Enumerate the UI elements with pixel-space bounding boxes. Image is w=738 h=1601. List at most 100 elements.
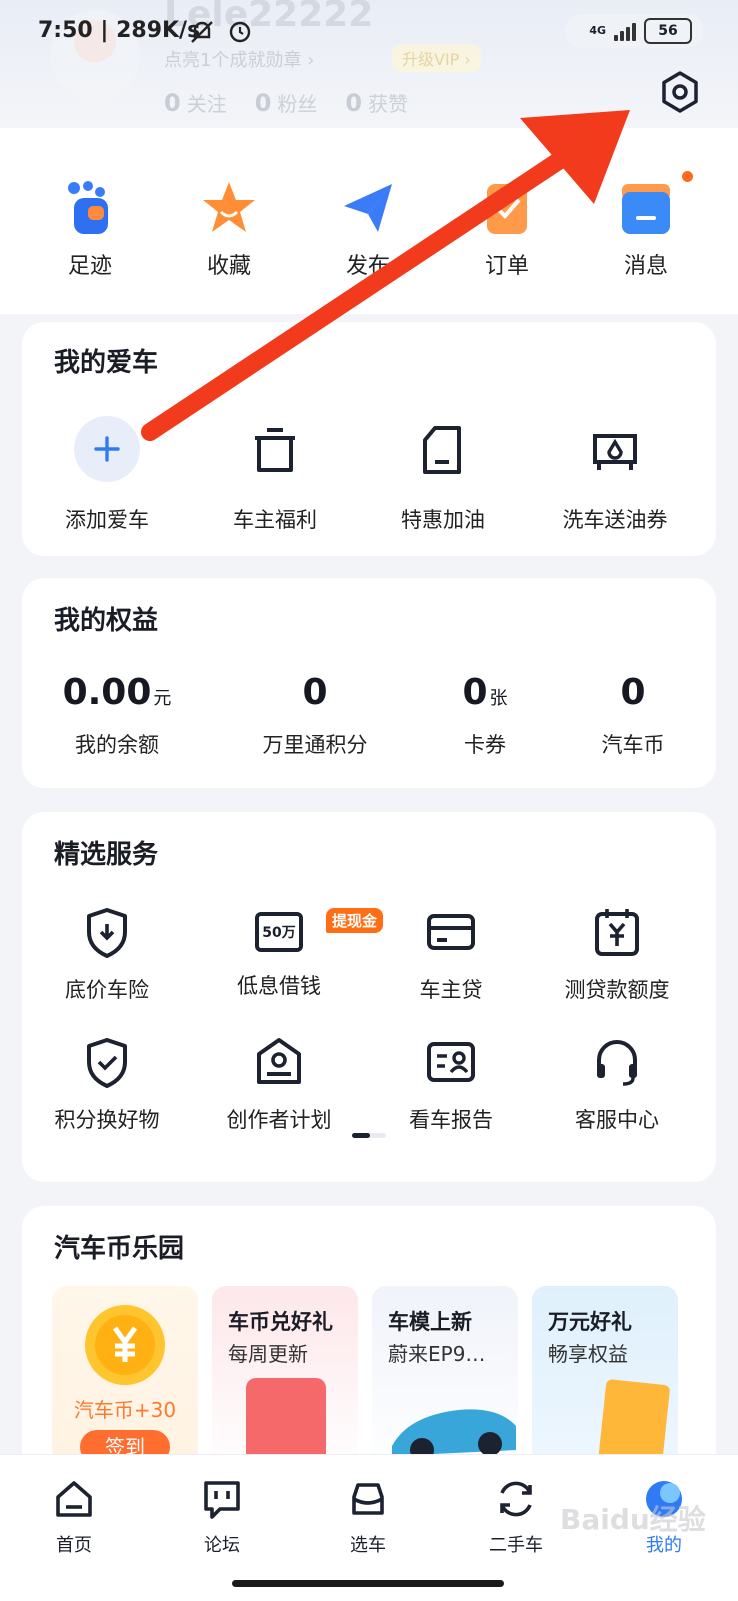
card-icon — [427, 914, 475, 950]
my-rights-title: 我的权益 — [54, 606, 159, 636]
nav-used-car[interactable]: 二手车 — [466, 1477, 566, 1557]
quick-label: 订单 — [484, 254, 529, 279]
stat-likes[interactable]: 0 获赞 — [345, 88, 408, 117]
creator-house-icon — [257, 1038, 301, 1084]
owner-loan-button[interactable]: 车主贷 — [366, 904, 536, 1004]
shield-check-icon — [87, 1038, 127, 1088]
creator-plan-button[interactable]: 创作者计划 — [194, 1034, 364, 1134]
gift-box-icon — [255, 428, 295, 472]
grid-label: 看车报告 — [409, 1108, 493, 1132]
park-card-gift[interactable]: 万元好礼 畅享权益 — [532, 1286, 678, 1476]
headset-icon — [597, 1040, 637, 1086]
car-report-button[interactable]: 看车报告 — [366, 1034, 536, 1134]
quick-label: 消息 — [623, 254, 668, 279]
quick-label: 收藏 — [206, 254, 251, 279]
network-type: 4G — [589, 24, 606, 37]
loan-50w-icon: 50万 — [255, 912, 303, 952]
nav-home[interactable]: 首页 — [24, 1477, 124, 1557]
signal-icon — [614, 21, 636, 41]
nav-label: 选车 — [350, 1535, 386, 1556]
coins-reward-text: 汽车币+30 — [73, 1398, 177, 1422]
footprint-icon — [68, 181, 108, 234]
add-car-button[interactable]: 添加爱车 — [22, 416, 192, 534]
balance-item[interactable]: 0.00 元 我的余额 — [32, 672, 202, 759]
park-card-subtitle: 每周更新 — [228, 1342, 308, 1366]
park-card-exchange[interactable]: 车币兑好礼 每周更新 — [212, 1286, 358, 1476]
status-right: 4G 56 — [565, 14, 704, 48]
fuel-card-icon — [423, 426, 461, 474]
quick-orders[interactable]: 订单 — [457, 178, 557, 280]
grid-label: 客服中心 — [575, 1108, 659, 1132]
services-card: 精选服务 底价车险 50万 低息借钱 提现金 车主贷 测贷款额度 积分换好物 创… — [22, 812, 716, 1182]
nav-label: 二手车 — [489, 1535, 543, 1556]
quick-favorites[interactable]: 收藏 — [179, 178, 279, 280]
star-icon — [203, 182, 255, 232]
grid-label: 车主福利 — [233, 508, 317, 532]
alarm-icon — [229, 21, 251, 43]
message-unread-dot — [682, 171, 693, 182]
page-indicator — [352, 1133, 386, 1138]
coin-park-title: 汽车币乐园 — [54, 1234, 185, 1264]
quick-label: 足迹 — [67, 254, 112, 279]
nav-label: 首页 — [56, 1535, 92, 1556]
points-value: 0 — [302, 672, 328, 713]
grid-label: 特惠加油 — [401, 508, 485, 532]
stat-following[interactable]: 0 关注 — [164, 88, 227, 117]
car-coins-value: 0 — [620, 672, 646, 713]
car-coins-item[interactable]: 0 汽车币 — [548, 672, 718, 759]
stat-followers[interactable]: 0 粉丝 — [255, 88, 318, 117]
coupons-unit: 张 — [489, 688, 508, 709]
wash-coupon-button[interactable]: 洗车送油券 — [530, 422, 700, 534]
car-coins-label: 汽车币 — [601, 733, 665, 757]
park-card-subtitle: 畅享权益 — [548, 1342, 628, 1366]
fuel-discount-button[interactable]: 特惠加油 — [358, 422, 528, 534]
coupons-item[interactable]: 0张 卡券 — [400, 672, 570, 759]
home-indicator[interactable] — [232, 1580, 504, 1587]
quick-label: 发布 — [345, 254, 390, 279]
park-card-checkin[interactable]: 汽车币+30 签到 — [52, 1286, 198, 1476]
car-icon — [352, 1483, 384, 1515]
quick-messages[interactable]: 消息 — [596, 178, 696, 280]
bell-muted-icon — [191, 21, 213, 43]
balance-value: 0.00 — [62, 672, 152, 713]
paper-plane-icon — [344, 184, 392, 232]
refresh-car-icon — [500, 1481, 532, 1517]
add-icon — [74, 416, 140, 482]
loan-quota-button[interactable]: 测贷款额度 — [532, 904, 702, 1004]
grid-label: 积分换好物 — [54, 1108, 160, 1132]
my-car-card: 我的爱车 添加爱车 车主福利 特惠加油 洗车送油券 — [22, 322, 716, 556]
coupons-value: 0 — [462, 672, 488, 713]
quick-publish[interactable]: 发布 — [318, 178, 418, 280]
status-time: 7:50 | 289K/s — [38, 18, 201, 43]
car-wash-icon — [593, 434, 637, 470]
customer-service-button[interactable]: 客服中心 — [532, 1034, 702, 1134]
quick-actions: 足迹 收藏 发布 订单 消息 — [0, 128, 738, 314]
message-icon — [622, 184, 670, 234]
grid-label: 测贷款额度 — [564, 978, 670, 1002]
nav-label: 论坛 — [204, 1535, 240, 1556]
settings-icon[interactable] — [658, 70, 702, 114]
nav-forum[interactable]: 论坛 — [172, 1477, 272, 1557]
insurance-button[interactable]: 底价车险 — [22, 904, 192, 1004]
balance-label: 我的余额 — [75, 733, 159, 757]
grid-label: 车主贷 — [419, 978, 483, 1002]
points-label: 万里通积分 — [262, 733, 368, 757]
my-rights-card: 我的权益 0.00 元 我的余额 0 万里通积分 0张 卡券 0 汽车币 — [22, 578, 716, 788]
points-item[interactable]: 0 万里通积分 — [230, 672, 400, 759]
owner-benefits-button[interactable]: 车主福利 — [190, 422, 360, 534]
park-card-title: 万元好礼 — [548, 1310, 632, 1334]
grid-label: 底价车险 — [65, 978, 149, 1002]
my-car-title: 我的爱车 — [54, 348, 159, 378]
points-mall-button[interactable]: 积分换好物 — [22, 1034, 192, 1134]
grid-label: 洗车送油券 — [562, 508, 668, 532]
watermark: Baidu经验 — [560, 1503, 706, 1536]
calendar-yuan-icon — [595, 909, 639, 956]
park-card-model[interactable]: 车模上新 蔚来EP9… — [372, 1286, 518, 1476]
grid-label: 低息借钱 — [237, 974, 321, 998]
home-icon — [56, 1481, 92, 1517]
grid-label: 创作者计划 — [226, 1108, 332, 1132]
nav-select-car[interactable]: 选车 — [318, 1477, 418, 1557]
quick-footprint[interactable]: 足迹 — [40, 178, 140, 280]
park-card-title: 车币兑好礼 — [228, 1310, 333, 1334]
services-title: 精选服务 — [54, 840, 159, 870]
